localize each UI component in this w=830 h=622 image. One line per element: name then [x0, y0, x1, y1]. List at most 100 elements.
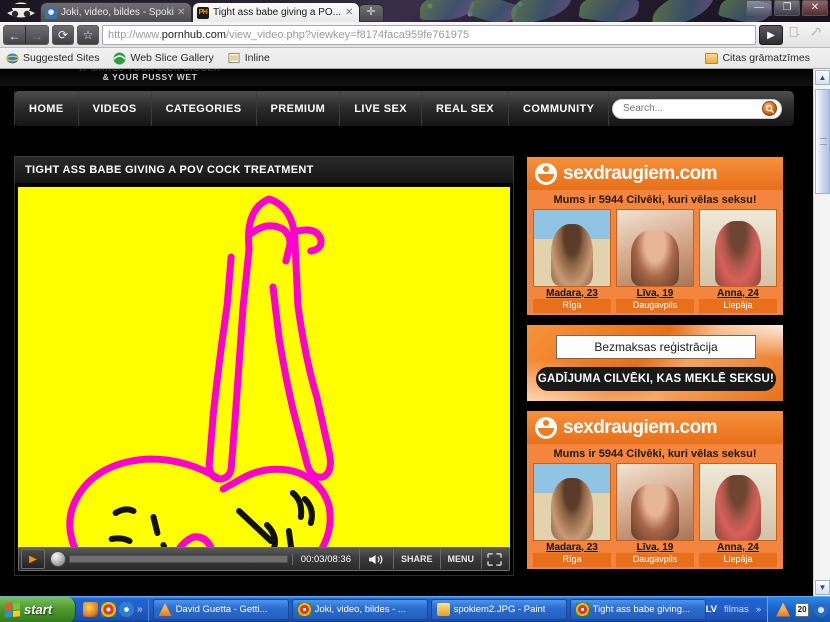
task-label: Joki, video, bildes - ... [314, 604, 406, 615]
task-button[interactable]: spokiem2.JPG - Paint [430, 599, 567, 620]
profile-name[interactable]: Līva, 19 [616, 541, 694, 553]
profile-card[interactable]: Anna, 24 Liepāja [699, 463, 777, 567]
browser-toolbar: ← → ⟳ ☆ http://www. pornhub.com/view_vide… [0, 22, 830, 48]
page-menu-icon[interactable] [783, 25, 805, 45]
close-button[interactable]: ✕ [802, 0, 828, 16]
close-icon[interactable]: ✕ [345, 7, 355, 18]
bookmark-inline[interactable]: Inline [228, 52, 270, 65]
start-button[interactable]: start [0, 596, 76, 622]
windows-logo-icon [5, 601, 20, 618]
nav-item-categories[interactable]: CATEGORIES [152, 91, 257, 126]
profile-photo[interactable] [533, 463, 611, 541]
maximize-button[interactable]: ❐ [774, 0, 800, 16]
scrollbar-thumb[interactable] [815, 89, 830, 194]
profile-card[interactable]: Līva, 19 Daugavpils [616, 209, 694, 313]
bookmark-label: Inline [244, 52, 270, 64]
profile-photo[interactable] [533, 209, 611, 287]
profile-name[interactable]: Madara, 23 [533, 287, 611, 299]
bookmark-other-bookmarks[interactable]: Citas grāmatzīmes [705, 52, 810, 64]
tab-pornhub[interactable]: PH Tight ass babe giving a PO... ✕ [192, 2, 360, 22]
language-overflow-icon[interactable]: » [756, 604, 761, 615]
tab-spoki[interactable]: ◉ Joki, video, bildes - Spoki ✕ [40, 2, 192, 22]
profile-city: Liepāja [699, 299, 777, 313]
scroll-up-icon[interactable]: ▲ [815, 70, 830, 85]
nav-item-community[interactable]: COMMUNITY [509, 91, 610, 126]
scroll-down-icon[interactable]: ▼ [815, 580, 830, 595]
task-button[interactable]: David Guetta - Getti... [152, 599, 289, 620]
task-label: spokiem2.JPG - Paint [453, 604, 546, 615]
video-stage: ▶ 00:03/08:36 SHARE MENU [14, 183, 514, 576]
nav-item-live-sex[interactable]: LIVE SEX [340, 91, 422, 126]
register-button[interactable]: Bezmaksas reģistrācija [556, 335, 756, 359]
profile-name[interactable]: Līva, 19 [616, 287, 694, 299]
quick-launch-bar: » [78, 598, 149, 621]
bookmark-suggested-sites[interactable]: Suggested Sites [6, 52, 99, 65]
seek-track[interactable] [69, 555, 288, 563]
ad-brand-tld: .com [674, 162, 718, 184]
search-icon[interactable] [762, 101, 777, 116]
vlc-tiger-icon[interactable] [83, 602, 98, 617]
top-banner-remnant: IT MAKES YOUR DICK BIGGER & YOUR PUSSY W… [0, 69, 813, 86]
profile-city: Daugavpils [616, 553, 694, 567]
language-indicator[interactable]: LV [706, 604, 717, 615]
site-search[interactable] [612, 98, 782, 119]
page-scrollbar[interactable]: ▲ ▼ [813, 69, 830, 596]
quick-launch-overflow-icon[interactable]: » [137, 604, 143, 615]
profile-name[interactable]: Anna, 24 [699, 287, 777, 299]
seek-handle[interactable] [50, 551, 66, 567]
profile-card[interactable]: Madara, 23 Rīga [533, 209, 611, 313]
share-button[interactable]: SHARE [392, 549, 440, 569]
url-path: /view_video.php?viewkey=f8174faca959fe76… [226, 28, 470, 41]
profile-photo[interactable] [699, 463, 777, 541]
profile-name[interactable]: Madara, 23 [533, 541, 611, 553]
fullscreen-icon[interactable] [481, 549, 507, 569]
internet-explorer-icon[interactable] [119, 602, 134, 617]
sexdraugiem-logo-icon [535, 416, 557, 439]
reload-button[interactable]: ⟳ [52, 24, 74, 45]
back-button[interactable]: ← [4, 25, 26, 44]
chrome-icon[interactable] [101, 602, 116, 617]
page-viewport: IT MAKES YOUR DICK BIGGER & YOUR PUSSY W… [0, 69, 830, 596]
nav-item-videos[interactable]: VIDEOS [79, 91, 152, 126]
profile-name[interactable]: Anna, 24 [699, 541, 777, 553]
profile-city: Liepāja [699, 553, 777, 567]
close-icon[interactable]: ✕ [177, 7, 187, 18]
bookmark-web-slice-gallery[interactable]: Web Slice Gallery [113, 52, 214, 65]
profile-photo[interactable] [699, 209, 777, 287]
ad-sexdraugiem-top[interactable]: sexdraugiem .com Mums ir 5944 Cilvēki, ku… [526, 156, 784, 316]
search-input[interactable] [623, 103, 762, 114]
task-button[interactable]: Tight ass babe giving... [569, 599, 706, 620]
profile-card[interactable]: Līva, 19 Daugavpils [616, 463, 694, 567]
menu-button[interactable]: MENU [439, 549, 482, 569]
task-button[interactable]: Joki, video, bildes - ... [291, 599, 428, 620]
profile-card[interactable]: Madara, 23 Rīga [533, 463, 611, 567]
profile-card[interactable]: Anna, 24 Liepāja [699, 209, 777, 313]
network-icon[interactable] [814, 602, 829, 617]
nav-item-premium[interactable]: PREMIUM [257, 91, 341, 126]
play-button[interactable]: ▶ [21, 549, 45, 569]
video-canvas-drawing[interactable] [18, 187, 510, 548]
url-host: pornhub.com [161, 28, 227, 41]
calendar-icon[interactable]: 20 [795, 602, 810, 617]
ad-tagline: Mums ir 5944 Cilvēki, kuri vēlas seksu! [527, 444, 783, 463]
vlc-tray-icon[interactable] [776, 602, 791, 617]
ad-sexdraugiem-bottom[interactable]: sexdraugiem .com Mums ir 5944 Cilvēki, ku… [526, 410, 784, 570]
language-bar[interactable]: LV filmas » [706, 604, 768, 615]
address-bar[interactable]: http://www. pornhub.com/view_video.php?vi… [102, 24, 756, 45]
bookmark-star-icon[interactable]: ☆ [77, 24, 99, 45]
task-label: Tight ass babe giving... [592, 604, 690, 615]
taskbar: start » David Guetta - Getti... Joki, vi… [0, 596, 830, 622]
go-button[interactable]: ▶ [759, 24, 783, 45]
ad-header: sexdraugiem .com [527, 157, 783, 190]
web-page: IT MAKES YOUR DICK BIGGER & YOUR PUSSY W… [0, 69, 813, 596]
nav-item-real-sex[interactable]: REAL SEX [422, 91, 509, 126]
nav-item-home[interactable]: HOME [14, 91, 79, 126]
forward-button[interactable]: → [26, 25, 48, 44]
profile-photo[interactable] [616, 209, 694, 287]
ad-registration-banner[interactable]: Bezmaksas reģistrācija GADĪJUMA CILVĒKI,… [526, 324, 784, 402]
wrench-menu-icon[interactable] [805, 25, 827, 45]
minimize-button[interactable]: — [746, 0, 772, 16]
new-tab-button[interactable]: ✛ [358, 4, 384, 21]
profile-photo[interactable] [616, 463, 694, 541]
volume-icon[interactable] [358, 549, 393, 569]
